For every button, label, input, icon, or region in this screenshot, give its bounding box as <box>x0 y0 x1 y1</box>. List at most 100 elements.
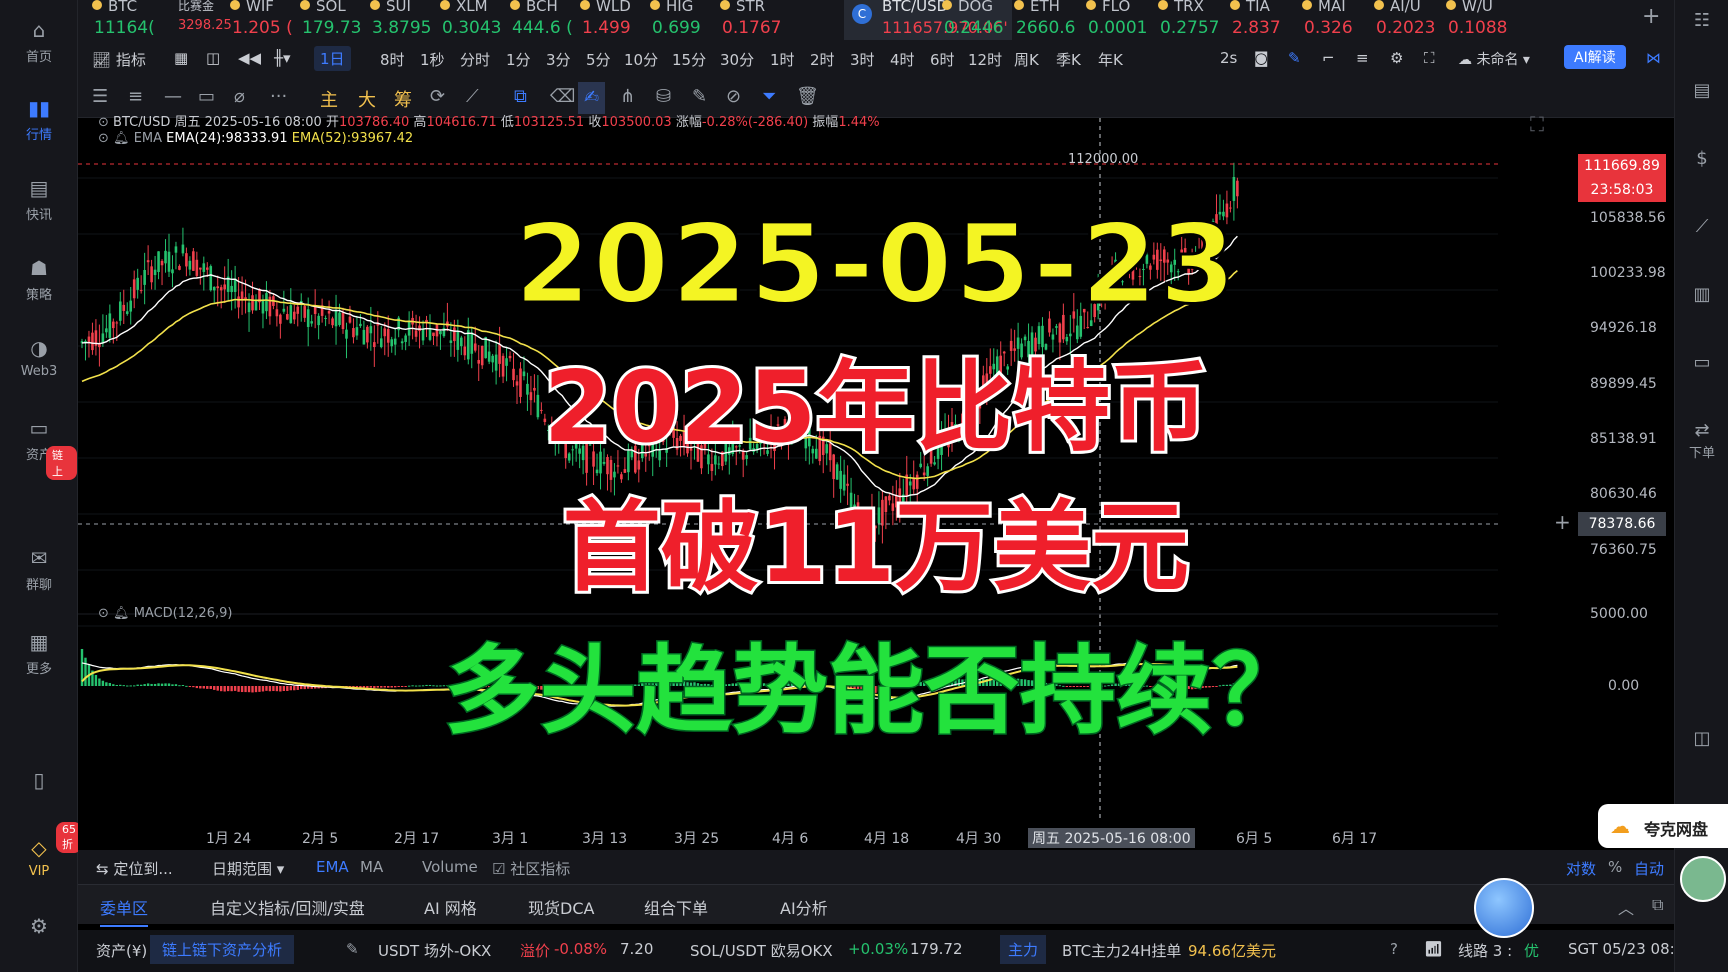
tab-spot-dca[interactable]: 现货DCA <box>528 895 594 919</box>
tf-1h[interactable]: 1时 <box>770 49 795 70</box>
tf-2h[interactable]: 2时 <box>810 49 835 70</box>
assistant-avatar[interactable] <box>1680 856 1726 902</box>
layout-name-dropdown[interactable]: ☁ 未命名 ▾ <box>1458 49 1530 69</box>
nav-vip[interactable]: ◇ VIP <box>0 836 78 879</box>
trend-icon[interactable]: ⟋ <box>466 86 479 107</box>
ema-toggle[interactable]: EMA <box>316 858 349 876</box>
tf-1s[interactable]: 1秒 <box>420 49 445 70</box>
rectangle-icon[interactable]: ▭ <box>198 86 215 107</box>
collapse-icon[interactable]: ⊙ <box>98 131 109 146</box>
tab-ai-grid[interactable]: AI 网格 <box>424 895 477 919</box>
asset-analysis-button[interactable]: 链上链下资产分析 <box>150 935 295 964</box>
tf-10m[interactable]: 10分 <box>624 49 658 70</box>
tab-orders[interactable]: 委单区 <box>100 895 149 927</box>
chart-area[interactable]: ⊙ BTC/USD 周五 2025-05-16 08:00 开103786.40… <box>78 112 1674 850</box>
tf-30m[interactable]: 30分 <box>720 49 754 70</box>
volume-toggle[interactable]: Volume <box>422 858 478 876</box>
sol-ticker[interactable]: SOL/USDT 欧易OKX <box>690 940 833 961</box>
camera-icon[interactable]: ◙ <box>1254 49 1269 67</box>
tf-6h[interactable]: 6时 <box>930 49 955 70</box>
trend-chart-icon[interactable]: ⟋ <box>1675 216 1728 237</box>
tf-3m[interactable]: 3分 <box>546 49 571 70</box>
edit-icon[interactable]: ✎ <box>692 86 707 107</box>
panel-layout-icon[interactable]: ◫ <box>1675 728 1728 749</box>
bell-icon[interactable]: 🔔︎ <box>113 131 130 146</box>
collapse-icon[interactable]: ⊙ <box>98 115 109 130</box>
hline-icon[interactable]: — <box>164 86 182 107</box>
dollar-icon[interactable]: $ <box>1675 148 1728 169</box>
edit-icon[interactable]: ✎ <box>346 940 359 958</box>
settings-icon[interactable]: ⚙ <box>1390 49 1403 67</box>
percent-scale-toggle[interactable]: % <box>1608 858 1622 876</box>
tab-ai-analysis[interactable]: AI分析 <box>780 895 828 919</box>
locate-button[interactable]: ⇆ 定位到... <box>96 858 173 879</box>
document-icon[interactable]: ▤ <box>1675 80 1728 101</box>
ai-interpret-button[interactable]: AI解读 <box>1564 45 1626 69</box>
tf-5m[interactable]: 5分 <box>586 49 611 70</box>
tf-tick[interactable]: 分时 <box>460 49 490 70</box>
tf-1d[interactable]: 1日 <box>314 46 351 71</box>
nav-chat[interactable]: ✉ 群聊 <box>0 546 78 593</box>
tf-12h[interactable]: 12时 <box>968 49 1002 70</box>
add-ticker-icon[interactable]: + <box>1642 4 1660 29</box>
layout-icon[interactable]: ◫ <box>206 49 220 67</box>
hlines-icon[interactable]: ≡ <box>128 86 143 107</box>
ruler-icon[interactable]: ⌀ <box>234 86 245 107</box>
nav-market[interactable]: ▮▮ 行情 <box>0 96 78 143</box>
magnet-icon[interactable]: ⋔ <box>620 86 635 107</box>
nav-news[interactable]: ▤ 快讯 <box>0 176 78 223</box>
cursor-icon[interactable]: ⌐ <box>1322 49 1335 67</box>
refresh-interval[interactable]: 2s <box>1220 49 1237 67</box>
indicator-button[interactable]: 📈︎ 指标 <box>92 49 146 70</box>
floating-assistant-ball[interactable] <box>1474 878 1534 938</box>
fullscreen-icon[interactable]: ⛶ <box>1424 49 1435 67</box>
tf-3h[interactable]: 3时 <box>850 49 875 70</box>
auto-scale-toggle[interactable]: 自动 <box>1634 858 1664 879</box>
tf-1m[interactable]: 1分 <box>506 49 531 70</box>
trash-icon[interactable]: 🗑︎ <box>796 86 819 107</box>
link-icon[interactable]: ⊘ <box>726 86 741 107</box>
nav-more[interactable]: ▦ 更多 <box>0 630 78 677</box>
tf-quarter[interactable]: 季K <box>1056 49 1081 70</box>
popout-icon[interactable]: ⧉ <box>1652 895 1663 915</box>
lock-icon[interactable]: ⛁ <box>656 86 671 107</box>
sync-icon[interactable]: ⟳ <box>430 86 445 107</box>
more-icon[interactable]: ··· <box>270 86 287 107</box>
draw-icon[interactable]: ✍ <box>578 82 606 114</box>
nav-strategy[interactable]: ☗ 策略 <box>0 256 78 303</box>
ma-toggle[interactable]: MA <box>360 858 383 876</box>
copy-icon[interactable]: ⧉ <box>514 86 527 107</box>
community-indicator-button[interactable]: ☑ 社区指标 <box>492 858 570 879</box>
list-icon[interactable]: ≡ <box>1356 49 1369 67</box>
expand-icon[interactable]: ⛶ <box>1530 112 1544 136</box>
tab-combo-order[interactable]: 组合下单 <box>644 895 708 919</box>
tab-custom-indicators[interactable]: 自定义指标/回测/实盘 <box>210 895 365 919</box>
rewind-icon[interactable]: ◀◀ <box>238 49 261 67</box>
tf-8h[interactable]: 8时 <box>380 49 405 70</box>
etf-icon[interactable]: ▭ <box>1675 352 1728 373</box>
tf-4h[interactable]: 4时 <box>890 49 915 70</box>
pen-icon[interactable]: ✎ <box>1288 49 1301 67</box>
share-icon[interactable]: ⋈ <box>1646 49 1661 67</box>
tf-year[interactable]: 年K <box>1098 49 1123 70</box>
nav-home[interactable]: ⌂ 首页 <box>0 18 78 65</box>
log-scale-toggle[interactable]: 对数 <box>1566 858 1596 879</box>
help-icon[interactable]: ? <box>1390 940 1398 958</box>
date-range-dropdown[interactable]: 日期范围 ▾ <box>212 858 284 879</box>
tf-week[interactable]: 周K <box>1014 49 1039 70</box>
candle-type-icon[interactable]: ╫▾ <box>274 49 291 67</box>
nav-device[interactable]: ▯ <box>0 768 78 796</box>
layout-grid-icon[interactable]: ☷ <box>1675 10 1728 31</box>
calendar-icon[interactable]: ▦ <box>174 49 188 67</box>
lines-icon[interactable]: ☰ <box>92 86 108 107</box>
nav-settings[interactable]: ⚙ <box>0 914 78 942</box>
bar-chart-icon[interactable]: ▥ <box>1675 284 1728 305</box>
eraser-icon[interactable]: ⌫ <box>550 86 575 107</box>
tool-main[interactable]: 主 <box>320 86 338 112</box>
quark-cloud-widget[interactable]: ☁ 夸克网盘 <box>1598 804 1728 848</box>
tf-15m[interactable]: 15分 <box>672 49 706 70</box>
tool-chips[interactable]: 筹 <box>394 86 412 112</box>
nav-web3[interactable]: ◑ Web3 <box>0 336 78 379</box>
order-button[interactable]: ⇄ 下单 <box>1675 420 1728 462</box>
chevron-up-icon[interactable]: ︿ <box>1618 895 1634 919</box>
